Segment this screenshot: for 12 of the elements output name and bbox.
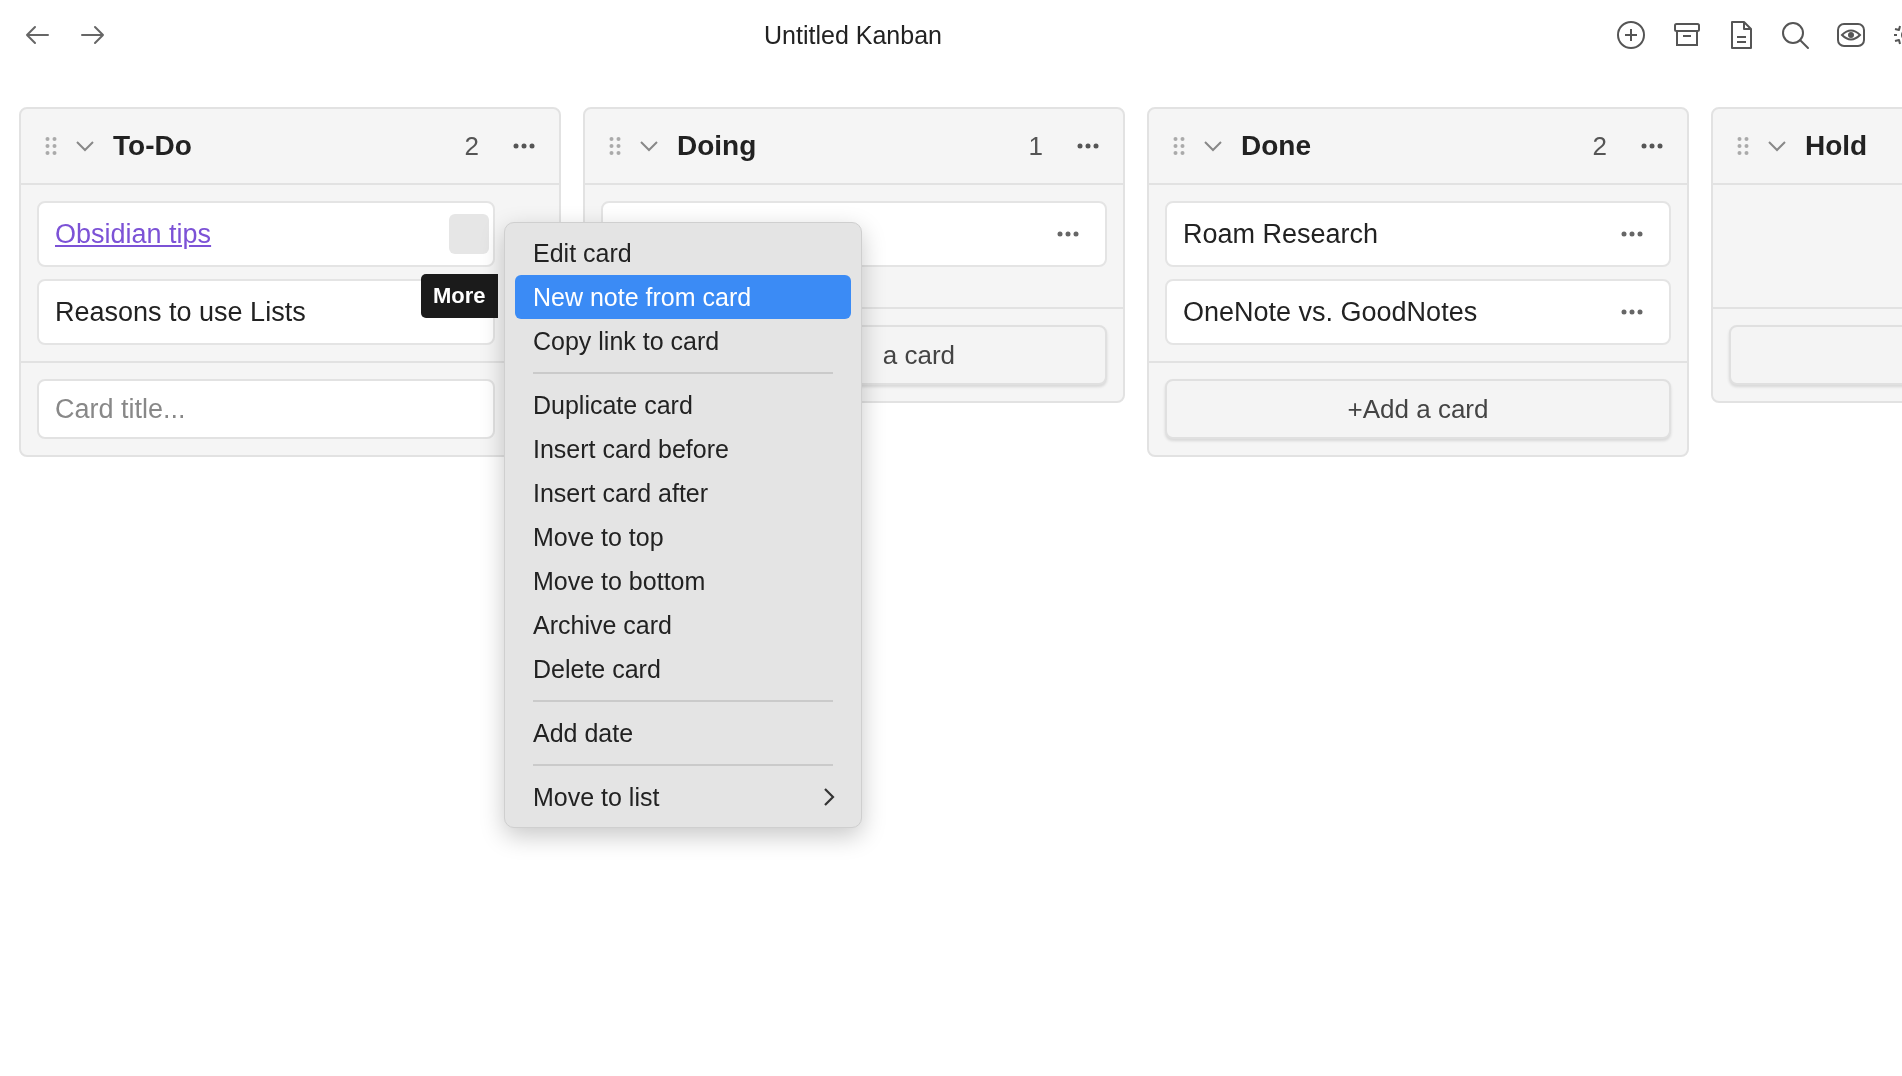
lane-title: To-Do [113, 130, 192, 162]
card-count: 2 [1592, 130, 1607, 162]
window-title: Untitled Kanban [764, 20, 942, 50]
card-title: Roam Research [1183, 218, 1379, 250]
lane-title: Done [1241, 130, 1311, 162]
card-title: Reasons to use Lists [55, 296, 306, 328]
lane-title: Doing [677, 130, 757, 162]
lane-title: Hold [1805, 130, 1868, 162]
card-count: 2 [464, 130, 479, 162]
card-count: 1 [1028, 130, 1043, 162]
tooltip: More [421, 274, 498, 318]
card-title: OneNote vs. GoodNotes [1183, 296, 1478, 328]
